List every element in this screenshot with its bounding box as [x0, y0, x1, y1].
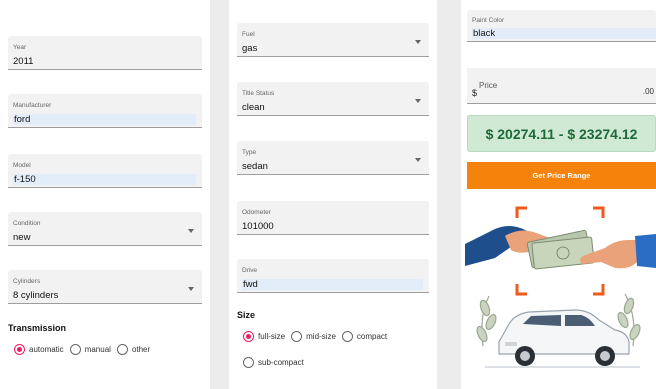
dropdown-caret-icon[interactable]	[188, 287, 194, 291]
manufacturer-value: ford	[13, 114, 196, 125]
transmission-option-other[interactable]: other	[116, 344, 151, 355]
radio-unselected-icon[interactable]	[243, 357, 254, 368]
cylinders-select[interactable]: Cylinders 8 cylinders	[8, 270, 202, 304]
car-illustration	[498, 309, 630, 366]
price-range-result: $ 20274.11 - $ 23274.12	[467, 115, 656, 152]
dropdown-caret-icon[interactable]	[188, 229, 194, 233]
middle-form-panel: Fuel gas Title Status clean Type sedan O…	[229, 0, 437, 389]
model-label: Model	[13, 162, 31, 169]
manufacturer-label: Manufacturer	[13, 102, 52, 109]
left-form-panel: Year 2011 Manufacturer ford Model f-150 …	[0, 0, 210, 389]
size-radio-group: full-size mid-size compact	[243, 331, 393, 342]
title-status-select[interactable]: Title Status clean	[237, 82, 429, 116]
type-label: Type	[242, 149, 257, 156]
size-option-label: compact	[356, 332, 388, 341]
year-value: 2011	[13, 56, 34, 67]
odometer-value: 101000	[242, 221, 274, 232]
condition-select[interactable]: Condition new	[8, 212, 202, 246]
model-field[interactable]: Model f-150	[8, 154, 202, 188]
radio-unselected-icon[interactable]	[291, 331, 303, 342]
transmission-option-label: other	[131, 345, 151, 354]
size-option-label: full-size	[258, 332, 286, 341]
price-label: Price	[479, 81, 498, 90]
type-select[interactable]: Type sedan	[237, 141, 429, 175]
money-handshake-illustration	[465, 206, 656, 368]
drive-value: fwd	[242, 279, 423, 290]
odometer-field[interactable]: Odometer 101000	[237, 201, 429, 235]
paint-color-field[interactable]: Paint Color black	[467, 10, 656, 42]
right-sleeve-icon	[635, 234, 656, 268]
radio-unselected-icon[interactable]	[116, 344, 128, 355]
condition-value: new	[13, 232, 31, 243]
transmission-option-label: automatic	[29, 345, 64, 354]
fuel-select[interactable]: Fuel gas	[237, 23, 429, 57]
right-result-panel: Paint Color black $ Price .00 $ 20274.11…	[461, 0, 656, 389]
paint-color-label: Paint Color	[472, 17, 505, 24]
size-option-full-size[interactable]: full-size	[243, 331, 285, 342]
size-title: Size	[237, 310, 256, 320]
size-option-label: sub-compact	[258, 358, 304, 367]
transmission-option-label: manual	[84, 345, 111, 354]
radio-unselected-icon[interactable]	[341, 331, 353, 342]
manufacturer-field[interactable]: Manufacturer ford	[8, 94, 202, 128]
title-status-label: Title Status	[242, 90, 275, 97]
price-input[interactable]: $ Price .00	[467, 68, 656, 104]
size-option-sub-compact[interactable]: sub-compact	[243, 357, 304, 368]
drive-field[interactable]: Drive fwd	[237, 259, 429, 293]
dropdown-caret-icon[interactable]	[415, 99, 421, 103]
odometer-label: Odometer	[242, 209, 271, 216]
year-field[interactable]: Year 2011	[8, 36, 202, 70]
model-value: f-150	[13, 174, 196, 185]
size-option-label: mid-size	[306, 332, 336, 341]
radio-selected-icon[interactable]	[14, 344, 25, 355]
dropdown-caret-icon[interactable]	[415, 158, 421, 162]
transmission-option-automatic[interactable]: automatic	[14, 344, 64, 355]
get-price-range-button[interactable]: Get Price Range	[467, 162, 656, 189]
size-option-compact[interactable]: compact	[341, 331, 388, 342]
currency-symbol: $	[472, 88, 478, 98]
paint-color-value: black	[472, 28, 656, 39]
size-option-mid-size[interactable]: mid-size	[291, 331, 336, 342]
cylinders-value: 8 cylinders	[13, 290, 59, 301]
price-decimal: .00	[642, 87, 654, 96]
year-label: Year	[13, 44, 27, 51]
title-status-value: clean	[242, 102, 265, 113]
transmission-option-manual[interactable]: manual	[69, 344, 111, 355]
fuel-value: gas	[242, 43, 258, 54]
transmission-title: Transmission	[8, 323, 67, 333]
drive-label: Drive	[242, 267, 258, 274]
fuel-label: Fuel	[242, 31, 255, 38]
dropdown-caret-icon[interactable]	[415, 40, 421, 44]
type-value: sedan	[242, 161, 268, 172]
transmission-radio-group: automatic manual other	[14, 344, 156, 355]
cylinders-label: Cylinders	[13, 278, 41, 285]
size-radio-group-row2: sub-compact	[243, 357, 310, 368]
radio-selected-icon[interactable]	[243, 331, 254, 342]
condition-label: Condition	[13, 220, 41, 227]
radio-unselected-icon[interactable]	[69, 344, 81, 355]
